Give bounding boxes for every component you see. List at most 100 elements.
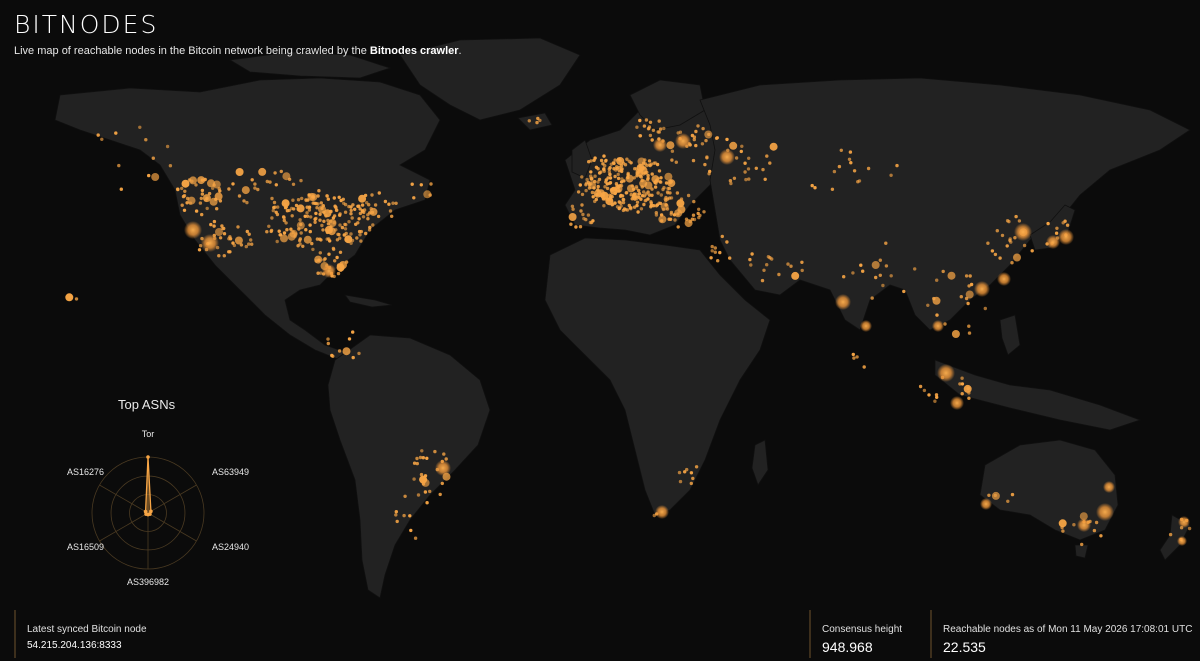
node-dot bbox=[320, 206, 324, 211]
node-dot bbox=[651, 128, 656, 132]
node-dot bbox=[593, 156, 597, 160]
node-dot bbox=[596, 184, 600, 189]
node-dot bbox=[608, 172, 612, 177]
node-dot bbox=[1080, 542, 1084, 547]
node-dot bbox=[410, 182, 414, 186]
node-dot bbox=[200, 192, 205, 196]
node-dot bbox=[658, 215, 667, 224]
node-dot bbox=[747, 156, 751, 160]
node-dot bbox=[419, 472, 424, 477]
node-dot bbox=[747, 177, 751, 181]
node-dot bbox=[327, 252, 331, 256]
node-cluster-glow bbox=[980, 498, 992, 510]
node-dot bbox=[704, 130, 713, 139]
node-dot bbox=[610, 187, 614, 192]
node-dot bbox=[653, 185, 658, 189]
node-dot bbox=[800, 268, 804, 273]
node-cluster-glow bbox=[675, 133, 691, 149]
node-dot bbox=[571, 207, 575, 211]
node-dot bbox=[649, 205, 653, 209]
node-dot bbox=[650, 193, 654, 197]
node-dot bbox=[689, 471, 694, 475]
node-dot bbox=[686, 193, 691, 198]
node-dot bbox=[74, 297, 79, 301]
node-dot bbox=[536, 116, 540, 121]
node-dot bbox=[338, 250, 343, 254]
node-dot bbox=[710, 244, 714, 249]
node-dot bbox=[1065, 223, 1070, 227]
node-dot bbox=[313, 220, 317, 224]
node-dot bbox=[591, 195, 595, 199]
node-dot bbox=[313, 217, 317, 221]
node-dot bbox=[390, 214, 394, 218]
node-dot bbox=[648, 120, 653, 125]
top-asns-title: Top ASNs bbox=[118, 397, 176, 412]
philippines bbox=[999, 314, 1021, 356]
node-dot bbox=[1063, 219, 1067, 223]
radar-axis bbox=[99, 484, 149, 514]
node-dot bbox=[649, 201, 653, 205]
node-cluster-glow bbox=[835, 294, 851, 310]
node-dot bbox=[625, 174, 634, 183]
node-dot bbox=[574, 225, 578, 229]
node-dot bbox=[718, 250, 722, 255]
node-dot bbox=[569, 222, 573, 226]
node-dot bbox=[308, 229, 312, 234]
node-dot bbox=[273, 205, 277, 209]
node-dot bbox=[664, 172, 673, 181]
node-dot bbox=[222, 254, 226, 258]
node-dot bbox=[366, 217, 370, 221]
node-dot bbox=[871, 261, 880, 269]
node-dot bbox=[412, 477, 416, 481]
node-dot bbox=[1013, 253, 1021, 262]
node-dot bbox=[311, 201, 315, 205]
node-dot bbox=[236, 225, 240, 229]
node-cluster-glow bbox=[1058, 229, 1074, 245]
node-dot bbox=[343, 210, 348, 214]
node-dot bbox=[654, 204, 659, 208]
node-dot bbox=[725, 137, 729, 142]
node-dot bbox=[237, 194, 242, 198]
node-dot bbox=[967, 391, 971, 395]
node-dot bbox=[837, 164, 842, 169]
node-dot bbox=[578, 183, 582, 187]
node-dot bbox=[370, 193, 374, 197]
node-dot bbox=[644, 118, 649, 122]
node-dot bbox=[664, 203, 668, 207]
node-dot bbox=[670, 158, 674, 162]
node-dot bbox=[667, 217, 671, 221]
node-dot bbox=[241, 186, 250, 195]
node-dot bbox=[274, 210, 278, 214]
bitnodes-logo[interactable]: BITNODES bbox=[14, 10, 158, 39]
node-dot bbox=[303, 214, 307, 218]
node-dot bbox=[355, 236, 359, 240]
node-dot bbox=[320, 223, 324, 228]
node-dot bbox=[360, 203, 365, 207]
node-dot bbox=[715, 136, 719, 140]
node-dot bbox=[800, 260, 804, 264]
bitnodes-crawler-link[interactable]: Bitnodes crawler bbox=[370, 45, 459, 57]
node-dot bbox=[960, 376, 964, 380]
node-dot bbox=[662, 186, 666, 190]
node-dot bbox=[296, 221, 305, 230]
node-dot bbox=[589, 177, 594, 181]
caribbean bbox=[344, 294, 393, 308]
node-dot bbox=[268, 180, 272, 184]
node-cluster-glow bbox=[1046, 235, 1060, 249]
node-dot bbox=[839, 148, 843, 152]
node-dot bbox=[658, 180, 662, 184]
node-dot bbox=[327, 237, 331, 241]
node-dot bbox=[639, 166, 648, 175]
node-dot bbox=[205, 206, 209, 211]
node-dot bbox=[353, 207, 357, 211]
node-dot bbox=[692, 199, 696, 204]
node-dot bbox=[307, 193, 311, 197]
node-dot bbox=[703, 162, 707, 167]
node-dot bbox=[866, 166, 871, 171]
node-dot bbox=[1054, 231, 1059, 235]
node-dot bbox=[183, 189, 187, 193]
node-dot bbox=[425, 501, 429, 505]
node-dot bbox=[763, 177, 767, 181]
node-dot bbox=[277, 229, 281, 233]
node-dot bbox=[347, 220, 351, 224]
